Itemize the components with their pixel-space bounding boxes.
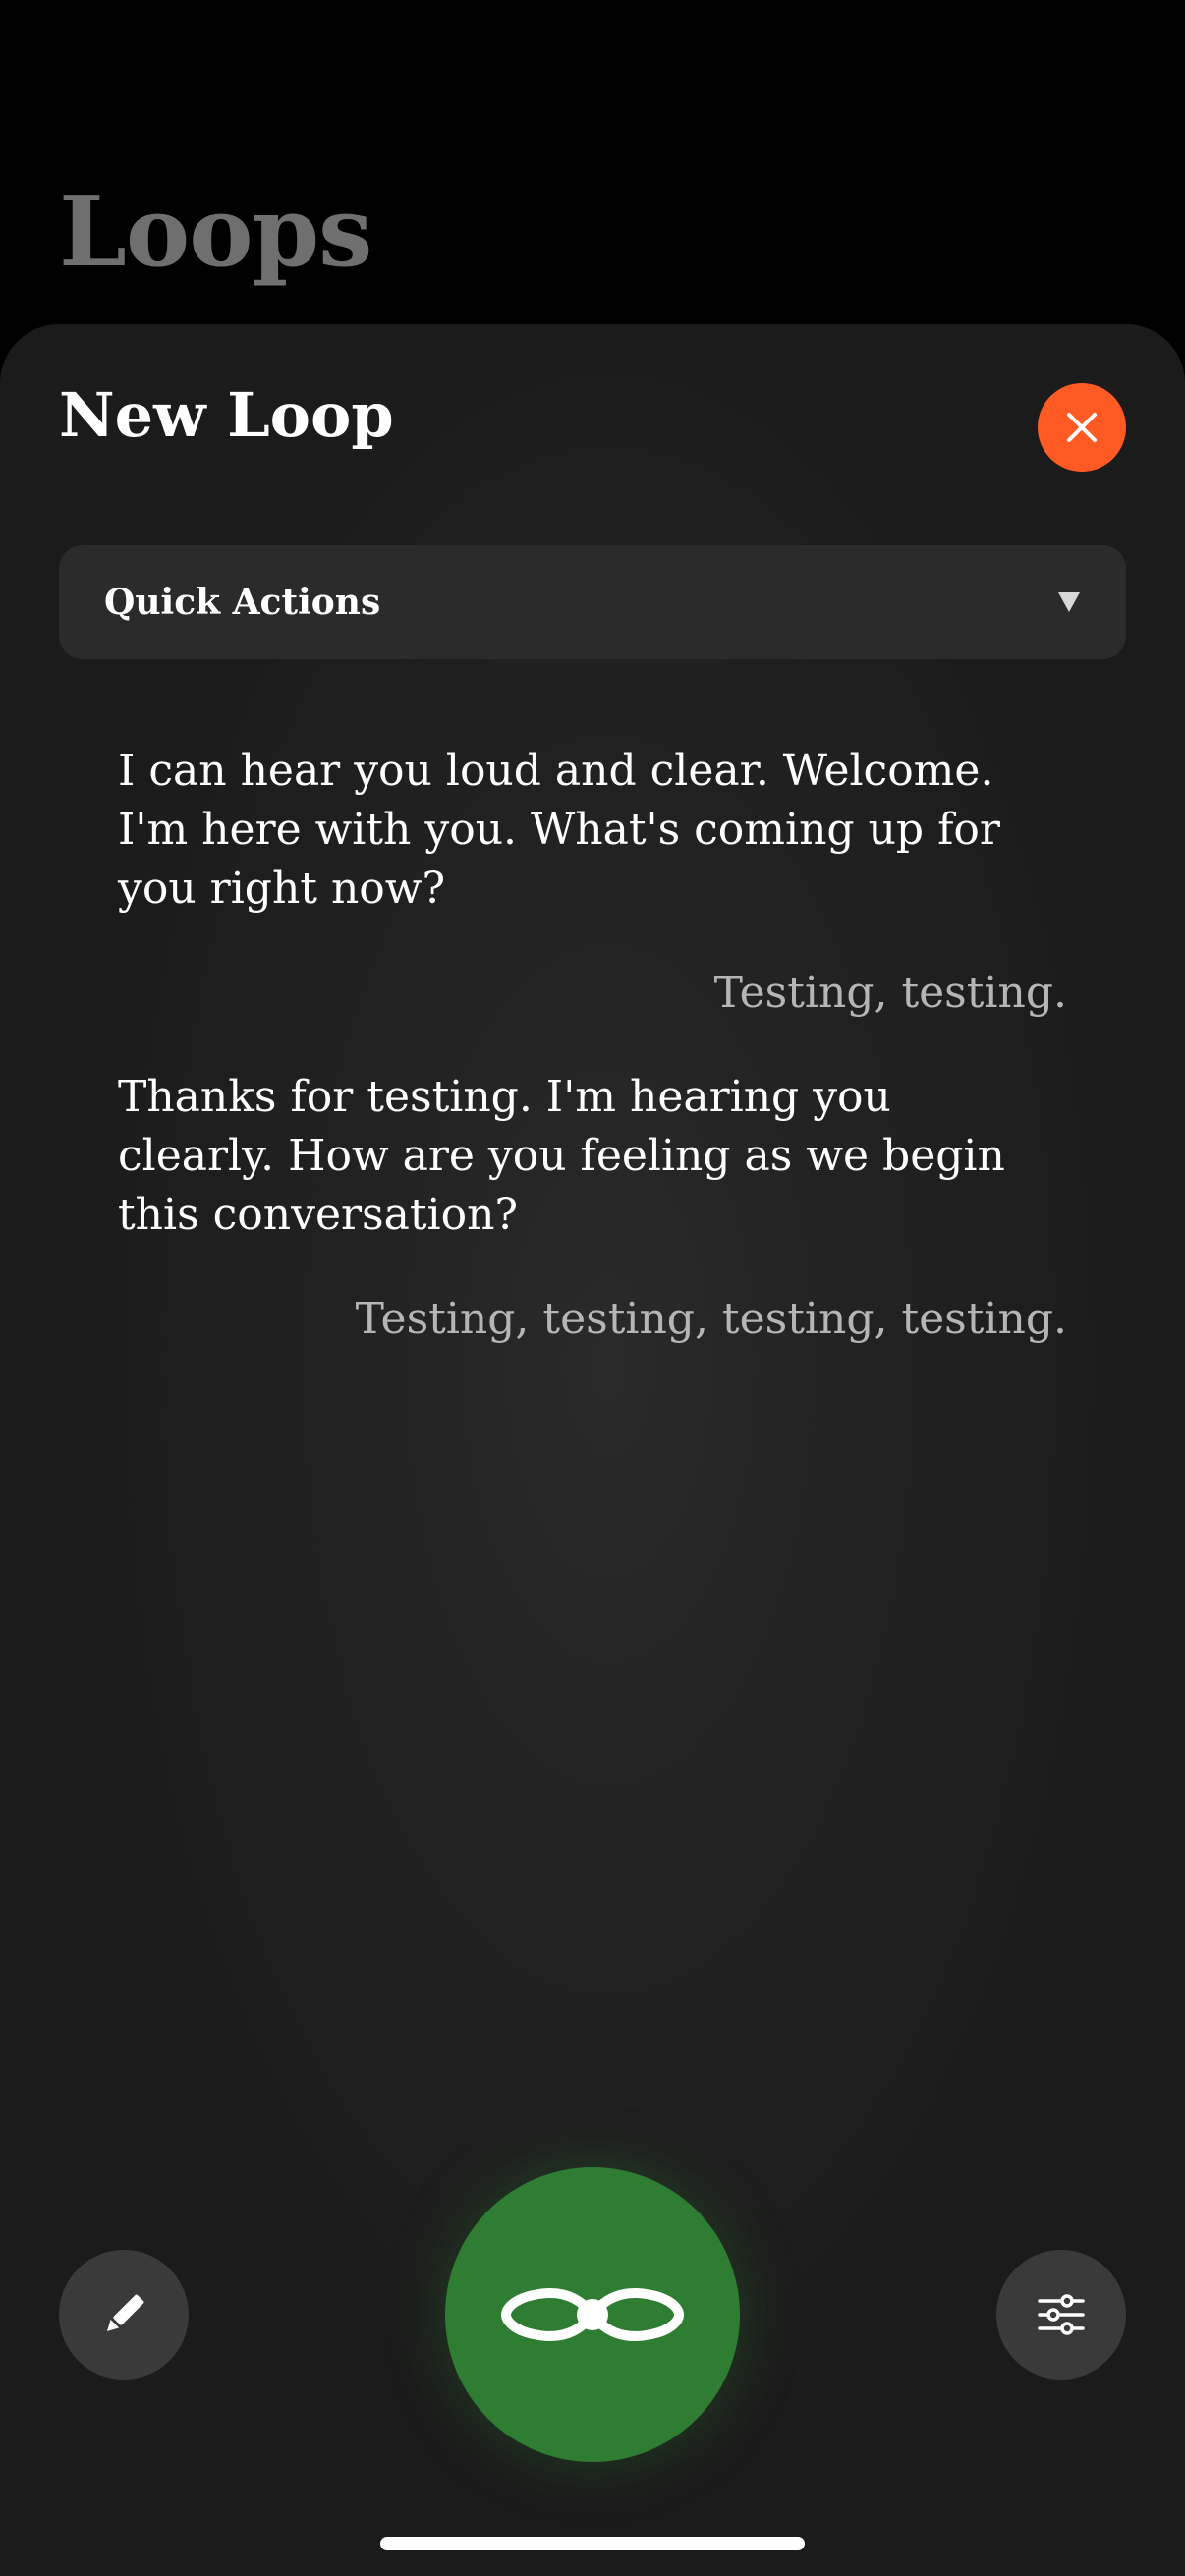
- infinity-loop-icon: [501, 2288, 684, 2341]
- home-indicator: [380, 2537, 805, 2550]
- assistant-message: I can hear you loud and clear. Welcome. …: [118, 746, 1000, 914]
- start-loop-button[interactable]: [445, 2167, 740, 2462]
- assistant-message: Thanks for testing. I'm hearing you clea…: [118, 1072, 1005, 1240]
- conversation-transcript: I can hear you loud and clear. Welcome. …: [118, 742, 1067, 1394]
- dropdown-triangle-icon: [1057, 591, 1081, 613]
- app-screen: Loops New Loop Quick Actions I can hear …: [0, 0, 1185, 2576]
- user-message: Testing, testing.: [713, 968, 1067, 1018]
- close-icon: [1067, 413, 1097, 442]
- sheet-title: New Loop: [59, 379, 394, 451]
- close-button[interactable]: [1038, 383, 1126, 472]
- new-loop-sheet: New Loop Quick Actions I can hear you lo…: [0, 324, 1185, 2576]
- quick-actions-dropdown[interactable]: Quick Actions: [59, 545, 1126, 659]
- background-page-title: Loops: [59, 176, 372, 289]
- sliders-icon: [1038, 2294, 1085, 2335]
- quick-actions-label: Quick Actions: [104, 582, 381, 623]
- settings-button[interactable]: [996, 2250, 1126, 2380]
- user-message: Testing, testing, testing, testing.: [355, 1294, 1067, 1344]
- bottom-controls: [0, 324, 1185, 2576]
- edit-button[interactable]: [59, 2250, 189, 2380]
- pencil-icon: [107, 2294, 144, 2331]
